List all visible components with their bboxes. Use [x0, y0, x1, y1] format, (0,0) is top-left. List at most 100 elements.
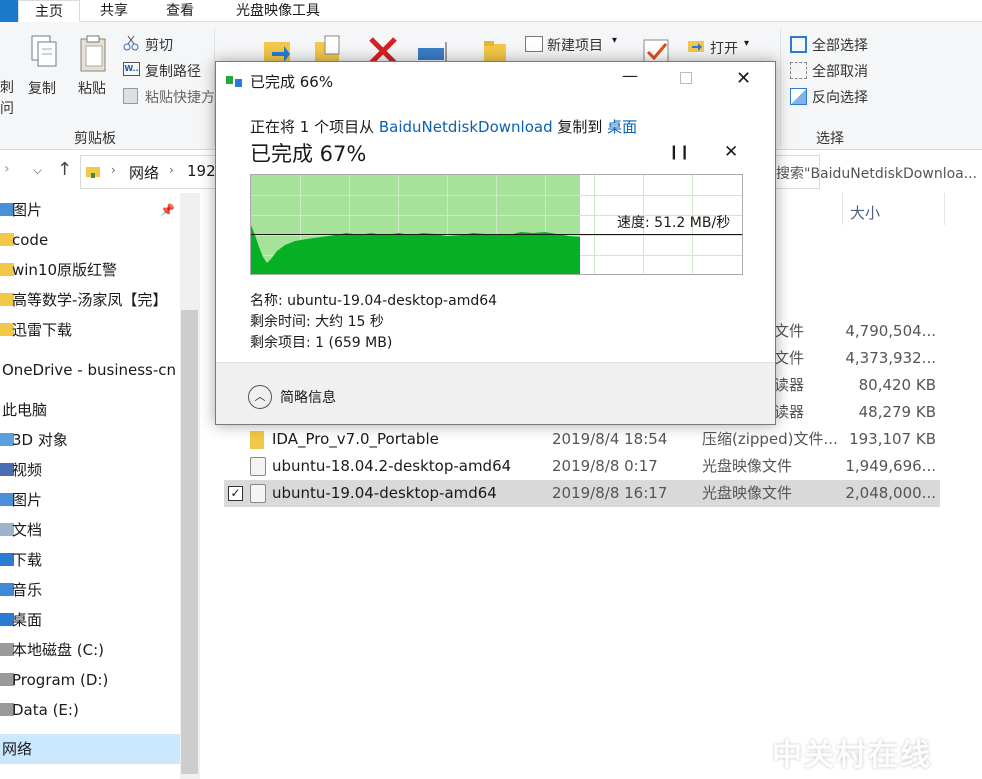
dialog-footer: ︿ 简略信息	[216, 362, 775, 424]
watermark-logo: 中关村在线	[772, 738, 932, 773]
sidebar-item-label: 桌面	[12, 611, 43, 629]
select-none-button[interactable]: 全部取消	[812, 61, 868, 81]
sidebar-scrollbar-thumb[interactable]	[181, 310, 198, 774]
size-column-header[interactable]: 大小	[850, 202, 880, 223]
file-type: 文件	[774, 349, 805, 367]
file-type: 读器	[774, 376, 805, 394]
recent-locations-chevron-icon[interactable]: ⌵	[33, 163, 42, 178]
sidebar-item-label: win10原版红警	[12, 261, 118, 279]
file-name-line: 名称: ubuntu-19.04-desktop-amd64	[250, 293, 498, 309]
select-all-button[interactable]: 全部选择	[812, 35, 868, 55]
breadcrumb-chevron-icon: ›	[169, 163, 174, 177]
destination-link[interactable]: 桌面	[607, 118, 637, 136]
chevron-up-icon[interactable]: ︿	[248, 385, 272, 409]
up-arrow-icon[interactable]: ↑	[57, 159, 72, 180]
cancel-copy-button[interactable]: ✕	[724, 142, 738, 162]
sidebar-item-label: 音乐	[12, 581, 43, 599]
scissors-icon	[123, 35, 139, 51]
sidebar-item-label: 高等数学-汤家凤【完】	[12, 291, 168, 309]
paste-button[interactable]: 粘贴	[78, 78, 106, 98]
open-button[interactable]: 打开	[710, 38, 738, 58]
file-date: 2019/8/4 18:54	[552, 430, 668, 448]
table-row[interactable]: ubuntu-18.04.2-desktop-amd64 2019/8/8 0:…	[224, 453, 940, 480]
column-divider	[944, 193, 945, 225]
cut-button[interactable]: 剪切	[145, 35, 173, 55]
select-group-label: 选择	[816, 131, 844, 147]
back-arrow-icon[interactable]: ›	[4, 161, 10, 177]
time-remaining-line: 剩余时间: 大约 15 秒	[250, 314, 384, 330]
breadcrumb-network[interactable]: 网络	[129, 162, 159, 183]
new-item-icon	[525, 36, 543, 52]
copy-progress-icon	[226, 74, 244, 88]
disc-image-icon	[250, 457, 266, 476]
sidebar-item-label: code	[12, 231, 49, 249]
tab-share[interactable]: 共享	[84, 0, 144, 22]
search-input[interactable]: 搜索"BaiduNetdiskDownloa...	[776, 163, 977, 183]
paste-shortcut-button[interactable]: 粘贴快捷方	[145, 87, 215, 107]
sidebar-item-label: 迅雷下载	[12, 321, 73, 339]
chevron-down-icon: ▾	[612, 35, 618, 46]
copy-path-icon: W..	[123, 62, 140, 76]
current-speed-line	[251, 234, 742, 235]
file-type: 文件	[774, 322, 805, 340]
tab-view[interactable]: 查看	[150, 0, 210, 22]
pin-icon[interactable]: 📌	[160, 195, 175, 225]
pause-button[interactable]: ❙❙	[668, 144, 690, 160]
fewer-details-button[interactable]: 简略信息	[280, 387, 336, 407]
file-tab[interactable]	[0, 0, 18, 22]
new-item-button[interactable]: 新建项目	[547, 35, 603, 55]
navigation-pane: 图片 📌 code win10原版红警 高等数学-汤家凤【完】 迅雷下载 One…	[0, 193, 200, 779]
sidebar-item-label: 图片	[12, 491, 43, 509]
copy-description-mid: 复制到	[552, 118, 608, 136]
file-size: 80,420 KB	[858, 376, 936, 394]
minimize-button[interactable]: —	[622, 66, 638, 85]
table-row[interactable]: IDA_Pro_v7.0_Portable 2019/8/4 18:54 压缩(…	[224, 426, 940, 453]
source-link[interactable]: BaiduNetdiskDownload	[379, 118, 553, 136]
file-size: 4,373,932...	[845, 349, 936, 367]
copy-path-button[interactable]: 复制路径	[145, 61, 201, 81]
disc-image-icon	[250, 484, 266, 503]
sidebar-item-pictures-pinned[interactable]: 图片 📌	[0, 195, 180, 225]
partial-button-label-2: 问	[0, 101, 14, 117]
sidebar-item-label: 图片	[12, 201, 43, 219]
copy-description-prefix: 正在将 1 个项目从	[250, 118, 379, 136]
copy-to-icon[interactable]	[313, 34, 343, 64]
sidebar-item-network[interactable]: 网络	[0, 734, 180, 764]
copy-progress-dialog: 已完成 66% — ✕ 正在将 1 个项目从 BaiduNetdiskDownl…	[215, 61, 776, 425]
dialog-title: 已完成 66%	[250, 73, 334, 91]
zip-folder-icon	[250, 431, 264, 449]
file-size: 2,048,000...	[845, 484, 936, 502]
ribbon-tab-bar: 主页 共享 查看 光盘映像工具	[0, 0, 982, 22]
table-row-selected[interactable]: ✓ ubuntu-19.04-desktop-amd64 2019/8/8 16…	[224, 480, 940, 507]
row-checkbox[interactable]: ✓	[228, 486, 243, 501]
copy-description: 正在将 1 个项目从 BaiduNetdiskDownload 复制到 桌面	[250, 116, 637, 137]
partial-button-label: 刺	[0, 80, 14, 96]
paste-icon[interactable]	[78, 34, 110, 74]
column-divider	[842, 193, 843, 225]
sidebar-item-label: 视频	[12, 461, 43, 479]
file-name: IDA_Pro_v7.0_Portable	[272, 430, 439, 448]
speed-label: 速度: 51.2 MB/秒	[617, 215, 731, 231]
file-type: 读器	[774, 403, 805, 421]
invert-selection-icon	[790, 88, 807, 105]
speed-area	[251, 225, 580, 274]
file-date: 2019/8/8 0:17	[552, 457, 658, 475]
paste-shortcut-icon	[123, 88, 138, 104]
copy-button[interactable]: 复制	[28, 78, 56, 98]
open-icon	[688, 38, 705, 53]
network-folder-icon	[85, 163, 101, 179]
tab-home[interactable]: 主页	[18, 0, 80, 22]
file-name: ubuntu-18.04.2-desktop-amd64	[272, 457, 512, 475]
sidebar-item-label: 本地磁盘 (C:)	[12, 641, 104, 659]
copy-icon[interactable]	[28, 34, 60, 74]
clipboard-group-label: 剪贴板	[74, 131, 116, 147]
breadcrumb-chevron-icon: ›	[111, 163, 116, 177]
file-size: 48,279 KB	[858, 403, 936, 421]
invert-selection-button[interactable]: 反向选择	[812, 87, 868, 107]
tab-disc-image-tools[interactable]: 光盘映像工具	[218, 0, 338, 22]
file-size: 1,949,696...	[845, 457, 936, 475]
file-type: 光盘映像文件	[702, 457, 793, 475]
close-button[interactable]: ✕	[736, 68, 751, 89]
group-divider	[780, 28, 781, 146]
maximize-button	[680, 72, 692, 84]
